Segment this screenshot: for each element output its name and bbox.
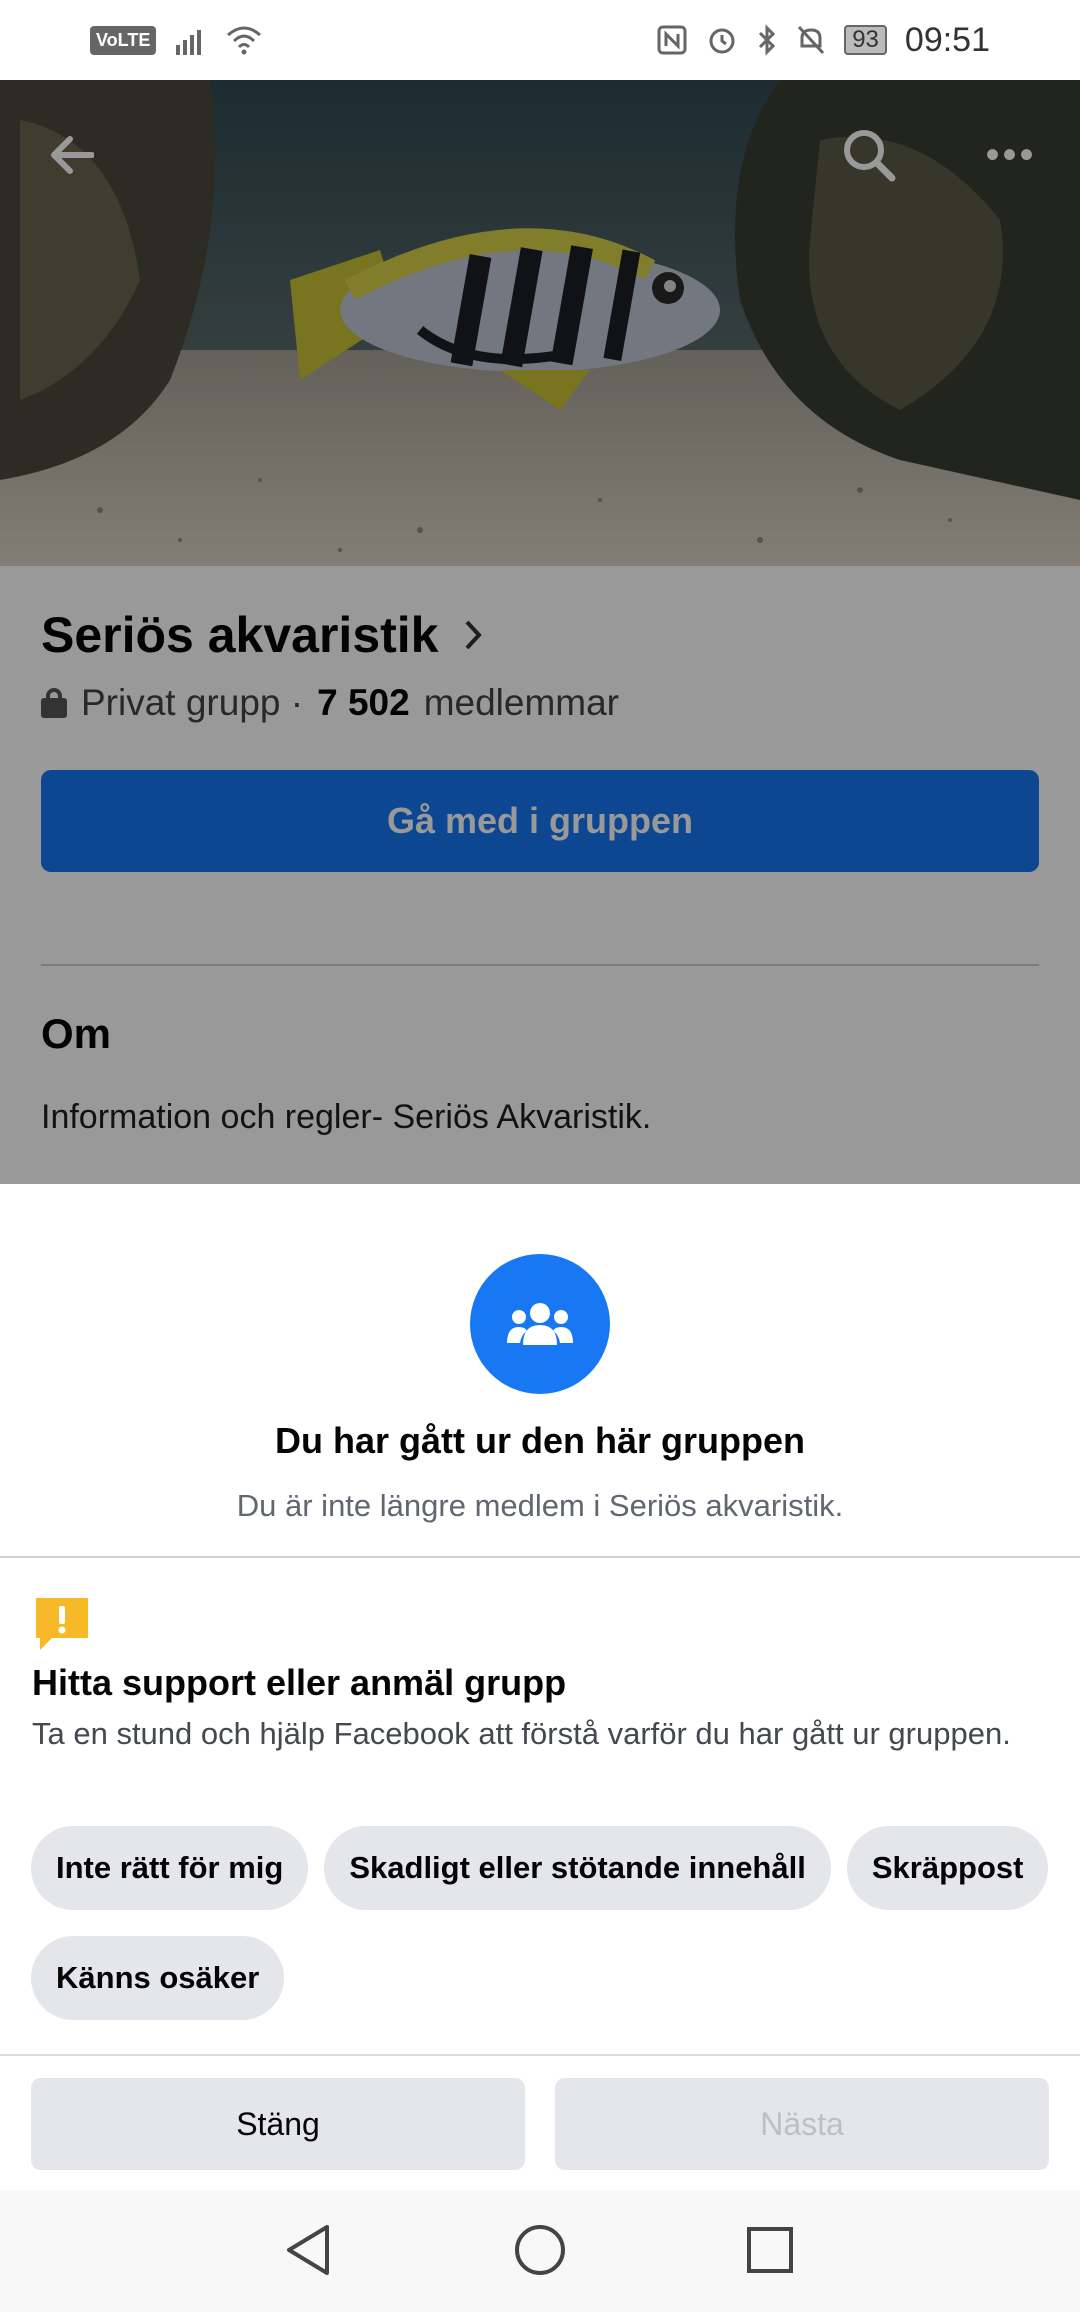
search-button[interactable]: [834, 120, 904, 190]
left-group-sheet: Du har gått ur den här gruppen Du är int…: [0, 1184, 1080, 2312]
status-left: VoLTE: [90, 25, 262, 55]
home-circle-icon: [515, 2225, 565, 2275]
divider: [0, 2054, 1080, 2056]
chevron-right-icon: [465, 620, 482, 650]
wifi-icon: [227, 26, 262, 55]
about-heading: Om: [41, 1010, 112, 1057]
system-nav-bar: [0, 2190, 1080, 2312]
group-icon: [470, 1254, 610, 1394]
more-options-button[interactable]: •••: [976, 120, 1046, 190]
chip-feels-unsafe[interactable]: Känns osäker: [31, 1936, 285, 2020]
nav-recents-button[interactable]: [740, 2220, 800, 2280]
alarm-icon: [709, 28, 735, 54]
back-triangle-icon: [287, 2225, 329, 2275]
divider: [41, 964, 1039, 966]
group-title[interactable]: Seriös akvaristik: [41, 606, 1039, 664]
chip-spam[interactable]: Skräppost: [846, 1826, 1049, 1910]
lock-icon: [41, 688, 67, 718]
more-icon: •••: [985, 132, 1037, 177]
close-button[interactable]: Stäng: [31, 2078, 525, 2170]
nav-back-button[interactable]: [278, 2220, 338, 2280]
about-text: Information och regler- Seriös Akvaristi…: [41, 1098, 652, 1136]
group-meta: Privat grupp · 7 502 medlemmar: [41, 682, 1039, 724]
group-name: Seriös akvaristik: [41, 607, 439, 663]
members-count: 7 502: [317, 682, 410, 723]
join-group-button[interactable]: Gå med i gruppen: [41, 770, 1039, 872]
volte-icon: VoLTE: [90, 25, 157, 55]
members-label: medlemmar: [423, 682, 620, 723]
cover-toolbar: •••: [0, 120, 1080, 190]
clock: 09:51: [904, 20, 990, 59]
search-icon: [844, 130, 896, 182]
chip-not-for-me[interactable]: Inte rätt för mig: [31, 1826, 309, 1910]
report-description: Ta en stund och hjälp Facebook att först…: [32, 1716, 1011, 1751]
mute-icon: [798, 25, 825, 55]
back-arrow-icon: [51, 136, 94, 174]
group-header: Seriös akvaristik Privat grupp · 7 502 m…: [0, 566, 1080, 1184]
status-bar: VoLTE 93 09:51: [0, 0, 1080, 80]
battery-icon: 93: [844, 25, 887, 55]
divider: [0, 1556, 1080, 1558]
warning-icon: [36, 1598, 88, 1650]
chip-harmful-content[interactable]: Skadligt eller stötande innehåll: [324, 1826, 831, 1910]
recents-square-icon: [747, 2227, 793, 2273]
status-right: 93 09:51: [656, 21, 990, 60]
cover-photo: •••: [0, 80, 1080, 566]
back-button[interactable]: [36, 120, 106, 190]
report-title: Hitta support eller anmäl grupp: [32, 1662, 567, 1703]
sheet-title: Du har gått ur den här gruppen: [274, 1420, 805, 1461]
signal-icon: [176, 30, 202, 55]
bluetooth-icon: [759, 24, 776, 56]
next-button[interactable]: Nästa: [555, 2078, 1049, 2170]
reason-chips: Inte rätt för mig Skadligt eller stötand…: [31, 1826, 1051, 2020]
group-privacy: Privat grupp ·: [81, 682, 304, 723]
nfc-icon: [657, 25, 687, 55]
sheet-subtitle: Du är inte längre medlem i Seriös akvari…: [236, 1488, 844, 1523]
nav-home-button[interactable]: [510, 2220, 570, 2280]
